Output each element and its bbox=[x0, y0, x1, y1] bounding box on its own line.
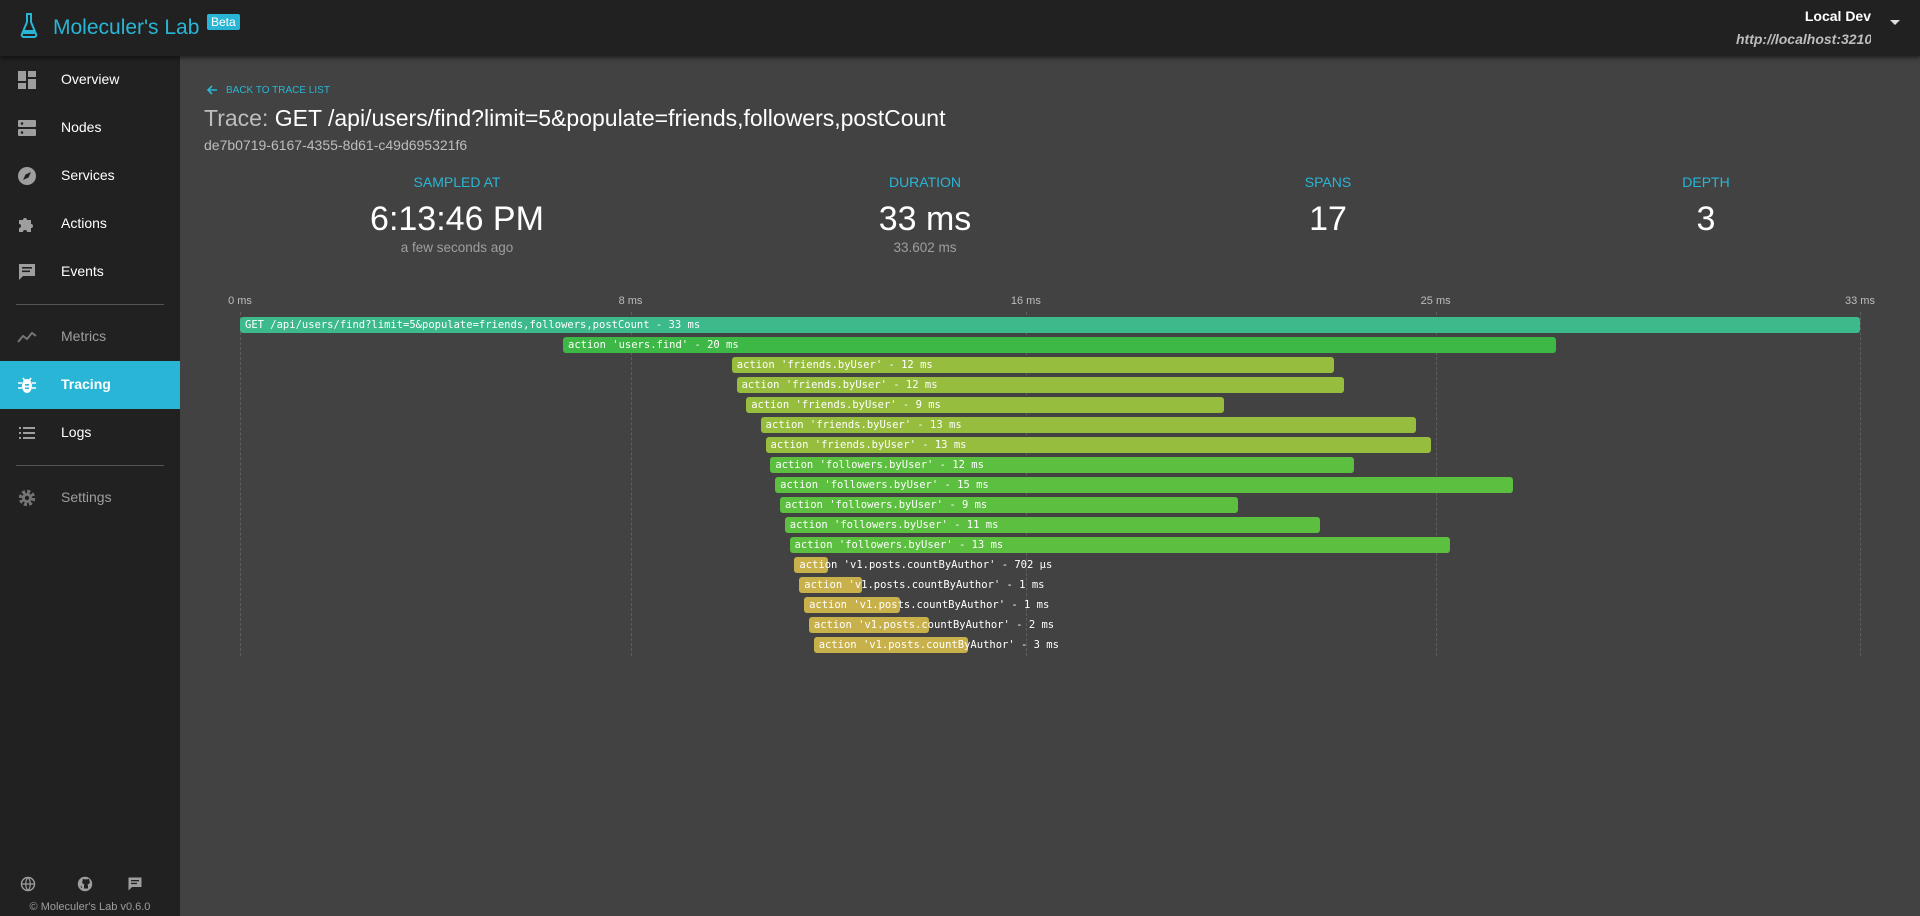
trace-span-bar[interactable] bbox=[799, 577, 862, 593]
back-to-trace-list-link[interactable]: Back to trace list bbox=[206, 84, 330, 96]
timeline-tick-label: 33 ms bbox=[1845, 295, 1875, 307]
stat-depth: Depth 3 bbox=[1576, 174, 1836, 240]
sidebar-item-settings[interactable]: Settings bbox=[0, 474, 180, 522]
sidebar-item-label: Metrics bbox=[61, 328, 107, 344]
sidebar-item-logs[interactable]: Logs bbox=[0, 409, 180, 457]
trace-span-bar[interactable] bbox=[760, 417, 1417, 433]
sidebar: Overview Nodes Services Actions Events M… bbox=[0, 56, 180, 916]
sidebar-item-label: Logs bbox=[61, 424, 92, 440]
sidebar-item-label: Nodes bbox=[61, 119, 102, 135]
stat-subtext: a few seconds ago bbox=[400, 240, 514, 255]
beta-badge: Beta bbox=[207, 14, 240, 30]
sidebar-item-nodes[interactable]: Nodes bbox=[0, 104, 180, 152]
trace-span-bar[interactable] bbox=[746, 397, 1224, 413]
sidebar-item-services[interactable]: Services bbox=[0, 152, 180, 200]
sidebar-item-label: Overview bbox=[61, 71, 120, 87]
stat-sampled-at: Sampled at 6:13:46 PM a few seconds ago bbox=[327, 174, 587, 255]
trace-span-bar[interactable] bbox=[736, 377, 1345, 393]
trace-span-label: action 'v1.posts.countByAuthor' - 702 µs bbox=[799, 559, 1053, 571]
stat-duration: Duration 33 ms 33.602 ms bbox=[795, 174, 1055, 255]
sidebar-item-overview[interactable]: Overview bbox=[0, 56, 180, 104]
sidebar-item-events[interactable]: Events bbox=[0, 248, 180, 296]
sidebar-item-tracing[interactable]: Tracing bbox=[0, 361, 180, 409]
timeline-tick-label: 0 ms bbox=[228, 295, 252, 307]
timeline-grid-line bbox=[1860, 312, 1861, 656]
flask-icon[interactable] bbox=[20, 12, 38, 38]
stat-label: Depth bbox=[1682, 174, 1730, 190]
sidebar-item-metrics[interactable]: Metrics bbox=[0, 313, 180, 361]
trace-span-bar[interactable] bbox=[813, 637, 968, 653]
github-icon[interactable] bbox=[77, 876, 93, 892]
timeline-grid-line bbox=[630, 312, 632, 656]
trace-id: de7b0719-6167-4355-8d61-c49d695321f6 bbox=[204, 137, 468, 153]
trace-title-path: GET /api/users/find?limit=5&populate=fri… bbox=[274, 105, 946, 131]
list-icon bbox=[19, 427, 35, 439]
sidebar-item-label: Actions bbox=[61, 215, 107, 231]
app-bar: Moleculer's Lab Beta Local Dev http://lo… bbox=[0, 0, 1920, 56]
divider bbox=[16, 465, 164, 466]
stat-value: 33 ms bbox=[878, 200, 972, 238]
connection-url[interactable]: http://localhost:3210 bbox=[1736, 31, 1871, 47]
trace-span-bar[interactable] bbox=[789, 537, 1451, 553]
stat-spans: Spans 17 bbox=[1198, 174, 1458, 240]
trace-title-prefix: Trace: bbox=[204, 105, 269, 131]
arrow-left-icon bbox=[206, 85, 217, 95]
trace-span-bar[interactable] bbox=[808, 617, 930, 633]
trace-span-bar[interactable] bbox=[765, 437, 1431, 453]
connection-name[interactable]: Local Dev bbox=[1805, 8, 1871, 24]
chat-icon[interactable] bbox=[127, 876, 143, 892]
trace-span-bar[interactable] bbox=[731, 357, 1335, 373]
timeline-tick-label: 25 ms bbox=[1420, 295, 1451, 307]
trace-span-bar[interactable] bbox=[775, 477, 1513, 493]
app-title[interactable]: Moleculer's Lab bbox=[53, 16, 199, 40]
dashboard-icon bbox=[18, 71, 36, 89]
server-icon bbox=[18, 120, 36, 136]
timeline-tick-label: 8 ms bbox=[618, 295, 643, 307]
timeline-grid-line bbox=[240, 312, 241, 656]
trace-span-bar[interactable] bbox=[563, 337, 1557, 353]
sidebar-item-label: Events bbox=[61, 263, 104, 279]
trace-span-bar[interactable] bbox=[770, 457, 1354, 473]
stat-value: 17 bbox=[1309, 200, 1347, 238]
sidebar-item-label: Tracing bbox=[61, 376, 111, 392]
trace-span-bar[interactable] bbox=[240, 317, 1860, 333]
sidebar-item-label: Services bbox=[61, 167, 115, 183]
globe-icon[interactable] bbox=[20, 876, 36, 892]
stat-label: Sampled at bbox=[413, 174, 501, 190]
bug-icon bbox=[18, 377, 36, 393]
stat-label: Duration bbox=[888, 174, 962, 190]
trace-span-bar[interactable] bbox=[794, 557, 829, 573]
divider bbox=[16, 304, 164, 305]
chart-line-icon bbox=[17, 331, 37, 343]
trace-span-bar[interactable] bbox=[779, 497, 1238, 513]
timeline-tick-label: 16 ms bbox=[1010, 295, 1041, 307]
stat-label: Spans bbox=[1304, 174, 1352, 190]
sidebar-item-label: Settings bbox=[61, 489, 112, 505]
back-link-label: Back to trace list bbox=[226, 84, 330, 96]
chevron-down-icon[interactable] bbox=[1890, 20, 1900, 25]
stat-subtext: 33.602 ms bbox=[893, 240, 957, 255]
sidebar-item-actions[interactable]: Actions bbox=[0, 200, 180, 248]
copyright: © Moleculer's Lab v0.6.0 bbox=[29, 901, 151, 913]
gear-icon bbox=[18, 489, 36, 507]
puzzle-icon bbox=[19, 218, 33, 232]
message-icon bbox=[19, 264, 35, 280]
page-title: Trace: GET /api/users/find?limit=5&popul… bbox=[204, 105, 946, 132]
compass-icon bbox=[18, 167, 36, 185]
stat-value: 3 bbox=[1696, 200, 1716, 238]
trace-span-bar[interactable] bbox=[784, 517, 1320, 533]
stat-value: 6:13:46 PM bbox=[370, 200, 544, 238]
trace-span-bar[interactable] bbox=[804, 597, 901, 613]
